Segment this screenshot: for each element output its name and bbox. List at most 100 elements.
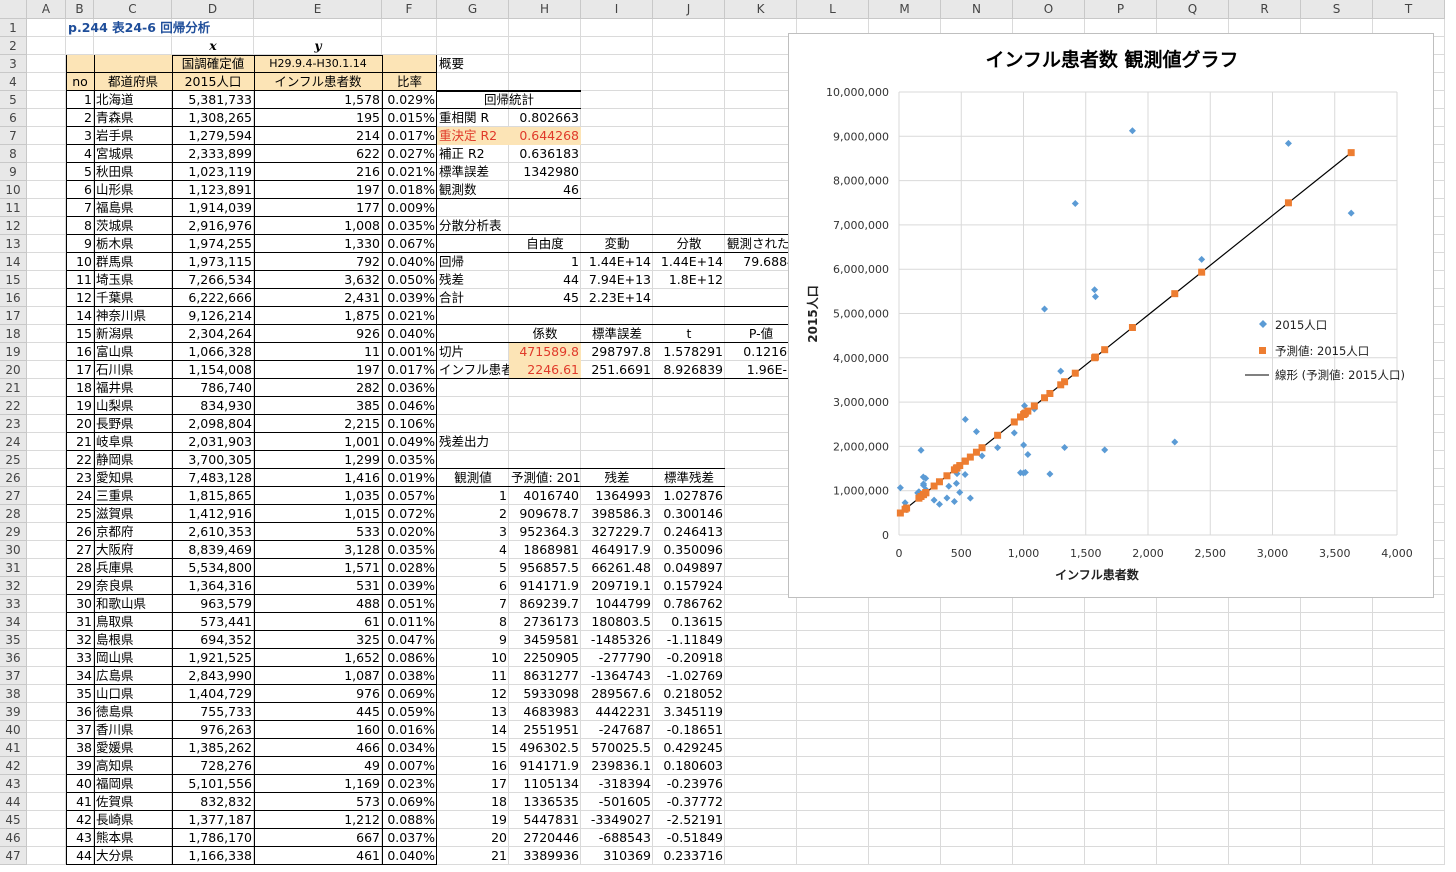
ratio-value[interactable]: 0.069% (382, 793, 437, 811)
row-number[interactable]: 4 (66, 145, 94, 163)
grid-cell[interactable] (1301, 631, 1373, 649)
row-number[interactable]: 23 (66, 469, 94, 487)
row-header[interactable]: 9 (0, 163, 27, 181)
flu-patients-value[interactable]: 1,571 (254, 559, 382, 577)
residual-cell[interactable]: 869239.7 (509, 595, 581, 613)
row-header[interactable]: 30 (0, 541, 27, 559)
ratio-value[interactable]: 0.035% (382, 541, 437, 559)
grid-cell[interactable] (27, 577, 66, 595)
grid-cell[interactable] (1229, 721, 1301, 739)
residual-cell[interactable]: -247687 (581, 721, 653, 739)
grid-cell[interactable] (27, 235, 66, 253)
grid-cell[interactable] (653, 217, 725, 235)
grid-cell[interactable] (1229, 703, 1301, 721)
grid-cell[interactable] (1157, 739, 1229, 757)
grid-cell[interactable] (1229, 829, 1301, 847)
grid-cell[interactable] (725, 307, 797, 325)
flu-patients-value[interactable]: 488 (254, 595, 382, 613)
row-number[interactable]: 39 (66, 757, 94, 775)
prefecture-name[interactable]: 三重県 (94, 487, 172, 505)
grid-cell[interactable] (27, 379, 66, 397)
residual-cell[interactable]: 8 (437, 613, 509, 631)
residual-output-title[interactable]: 残差出力 (437, 433, 581, 451)
grid-cell[interactable] (725, 541, 797, 559)
grid-cell[interactable] (1373, 829, 1445, 847)
grid-cell[interactable] (725, 505, 797, 523)
ratio-value[interactable]: 0.018% (382, 181, 437, 199)
prefecture-name[interactable]: 大分県 (94, 847, 172, 865)
grid-cell[interactable] (653, 379, 725, 397)
population-value[interactable]: 6,222,666 (172, 289, 254, 307)
grid-cell[interactable] (27, 829, 66, 847)
grid-cell[interactable] (797, 829, 869, 847)
grid-cell[interactable] (869, 721, 941, 739)
coef-cell[interactable]: 298797.8 (581, 343, 653, 361)
regression-stats-title[interactable]: 回帰統計 (437, 91, 581, 109)
row-number[interactable]: 14 (66, 307, 94, 325)
residual-cell[interactable]: 1364993 (581, 487, 653, 505)
residual-cell[interactable]: 4016740 (509, 487, 581, 505)
prefecture-name[interactable]: 岡山県 (94, 649, 172, 667)
stat-value[interactable]: 46 (509, 181, 581, 199)
column-header[interactable]: S (1301, 0, 1373, 19)
grid-cell[interactable] (437, 19, 509, 37)
grid-cell[interactable] (725, 829, 797, 847)
residual-cell[interactable]: 1105134 (509, 775, 581, 793)
population-value[interactable]: 1,023,119 (172, 163, 254, 181)
grid-cell[interactable] (581, 109, 653, 127)
coef-cell[interactable]: 切片 (437, 343, 509, 361)
grid-cell[interactable] (725, 415, 797, 433)
column-header[interactable]: R (1229, 0, 1301, 19)
anova-cell[interactable]: 44 (509, 271, 581, 289)
residual-cell[interactable]: 4442231 (581, 703, 653, 721)
flu-patients-value[interactable]: 61 (254, 613, 382, 631)
prefecture-name[interactable]: 香川県 (94, 721, 172, 739)
ratio-value[interactable]: 0.049% (382, 433, 437, 451)
grid-cell[interactable] (797, 775, 869, 793)
flu-patients-value[interactable]: 216 (254, 163, 382, 181)
grid-cell[interactable] (581, 37, 653, 55)
population-value[interactable]: 1,404,729 (172, 685, 254, 703)
column-header[interactable]: B (66, 0, 94, 19)
residual-cell[interactable]: 10 (437, 649, 509, 667)
residual-cell[interactable]: 0.218052 (653, 685, 725, 703)
column-header[interactable]: G (437, 0, 509, 19)
residual-cell[interactable]: 15 (437, 739, 509, 757)
population-value[interactable]: 2,333,899 (172, 145, 254, 163)
column-header[interactable]: P (1085, 0, 1157, 19)
residual-cell[interactable]: 11 (437, 667, 509, 685)
column-header[interactable]: M (869, 0, 941, 19)
grid-cell[interactable] (653, 55, 725, 73)
grid-cell[interactable] (797, 667, 869, 685)
spreadsheet[interactable]: A B C D E F G H I J K L M N O P Q R S T 1 2 3 4 5 6 7 8 9 10 11 12 13 14 1… (0, 0, 1456, 872)
grid-cell[interactable] (27, 631, 66, 649)
population-value[interactable]: 1,364,316 (172, 577, 254, 595)
population-value[interactable]: 728,276 (172, 757, 254, 775)
select-all-corner[interactable] (0, 0, 27, 19)
grid-cell[interactable] (1229, 631, 1301, 649)
grid-cell[interactable] (653, 415, 725, 433)
grid-cell[interactable] (1085, 685, 1157, 703)
grid-cell[interactable] (27, 109, 66, 127)
grid-cell[interactable] (1373, 649, 1445, 667)
anova-cell[interactable]: 1.8E+12 (653, 271, 725, 289)
coef-header[interactable]: t (653, 325, 725, 343)
ratio-value[interactable]: 0.011% (382, 613, 437, 631)
residual-cell[interactable]: -688543 (581, 829, 653, 847)
residual-header[interactable]: 予測値: 2015人口 (509, 469, 581, 487)
grid-cell[interactable] (437, 451, 509, 469)
grid-cell[interactable] (1085, 667, 1157, 685)
prefecture-name[interactable]: 長野県 (94, 415, 172, 433)
grid-cell[interactable] (27, 415, 66, 433)
grid-cell[interactable] (437, 37, 509, 55)
stat-label[interactable]: 観測数 (437, 181, 509, 199)
grid-cell[interactable] (725, 757, 797, 775)
row-header[interactable]: 39 (0, 703, 27, 721)
ratio-value[interactable]: 0.021% (382, 163, 437, 181)
grid-cell[interactable] (581, 19, 653, 37)
grid-cell[interactable] (653, 109, 725, 127)
row-number[interactable]: 22 (66, 451, 94, 469)
grid-cell[interactable] (941, 847, 1013, 865)
residual-cell[interactable]: 13 (437, 703, 509, 721)
grid-cell[interactable] (869, 739, 941, 757)
